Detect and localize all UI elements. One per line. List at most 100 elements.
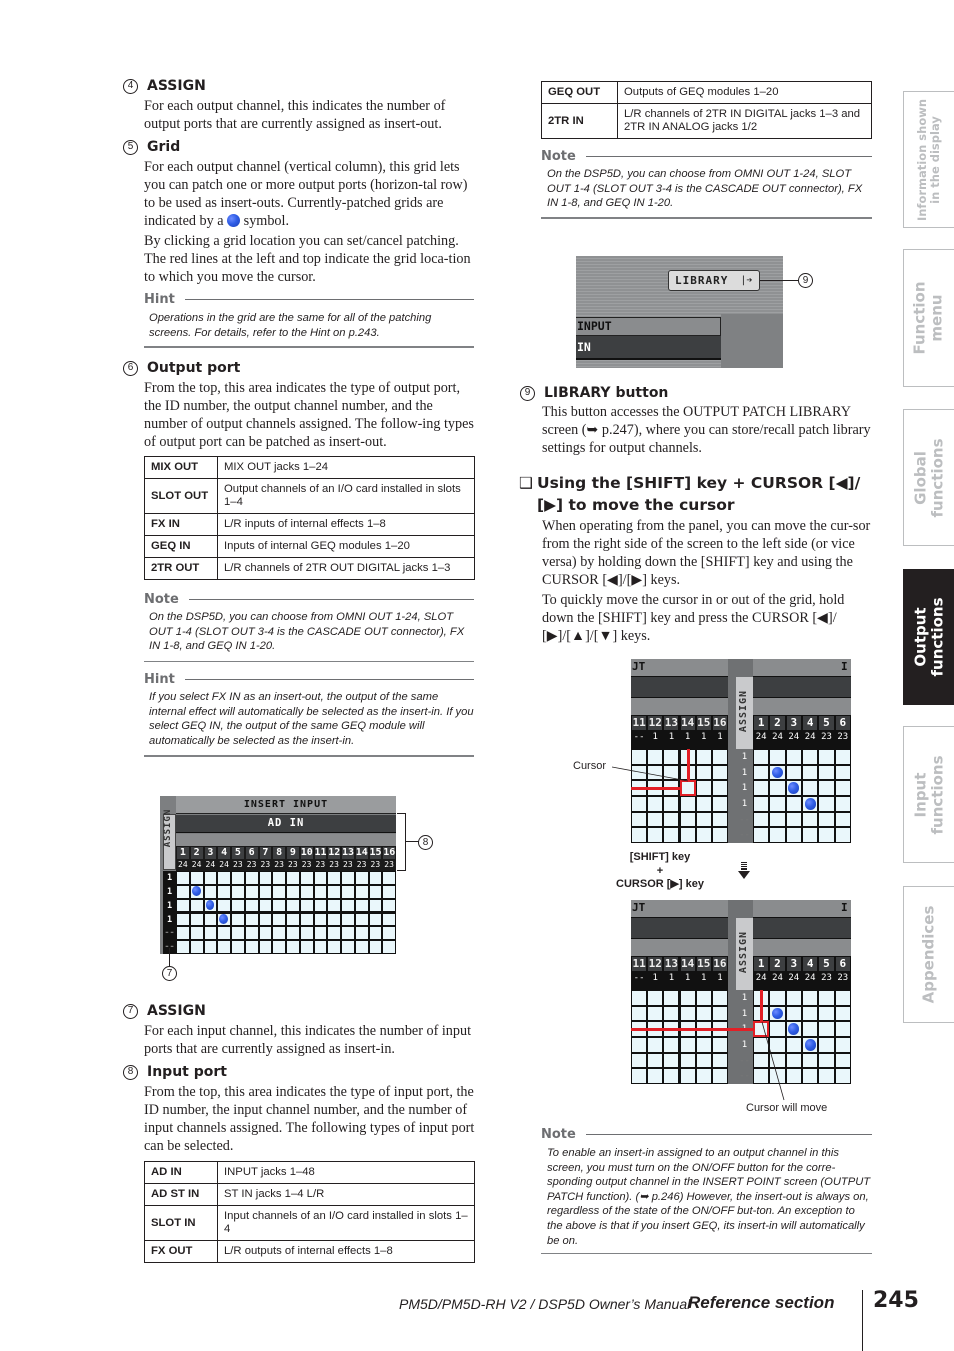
grid-cell[interactable] [754,765,769,780]
channel-number[interactable]: 2 [190,847,203,859]
grid-cell[interactable] [314,899,327,912]
channel-number[interactable]: 1 [177,847,189,859]
channel-number[interactable]: 12 [648,957,663,971]
grid-cell[interactable] [287,941,299,953]
grid-cell[interactable] [342,913,354,926]
grid-cell[interactable] [204,913,217,926]
grid-cell[interactable] [819,765,834,780]
grid-cell[interactable] [754,828,769,842]
channel-number[interactable]: 2 [770,957,785,971]
channel-number[interactable]: 12 [328,847,340,859]
grid-cell[interactable] [177,885,189,898]
channel-number[interactable]: 1 [754,716,769,730]
grid-cell[interactable] [259,872,272,884]
grid-cell[interactable] [712,1053,727,1068]
grid-cell[interactable] [355,872,368,884]
grid-cell[interactable] [259,913,272,926]
grid-cell[interactable] [648,1038,663,1052]
library-button[interactable]: LIBRARY |➔ [668,270,760,291]
grid-cell[interactable] [218,872,230,884]
grid-cell[interactable] [273,913,285,926]
grid-cell[interactable] [383,913,395,926]
grid-cell[interactable] [632,1038,647,1052]
grid-cell[interactable] [204,927,217,940]
grid-cell[interactable] [803,765,818,780]
chapter-tab-global-functions[interactable]: Global functions [903,409,954,546]
grid-cell[interactable] [328,927,340,940]
channel-number[interactable]: 3 [786,716,801,730]
grid-cell[interactable] [259,885,272,898]
grid-cell[interactable] [835,991,850,1005]
grid-cell[interactable] [664,812,679,827]
grid-cell[interactable] [819,797,834,811]
grid-cell[interactable] [300,899,313,912]
grid-cell[interactable] [314,927,327,940]
grid-cell[interactable] [232,899,244,912]
grid-cell[interactable] [712,765,727,780]
channel-number[interactable]: 7 [259,847,272,859]
grid-cell[interactable] [245,941,258,953]
channel-number[interactable]: 6 [835,957,850,971]
channel-number[interactable]: 14 [680,716,695,730]
grid-cell[interactable] [712,750,727,764]
grid-cell[interactable] [369,941,382,953]
grid-cell[interactable] [259,927,272,940]
grid-cell[interactable] [786,828,801,842]
grid-cell[interactable] [680,1053,695,1068]
grid-cell[interactable] [803,1053,818,1068]
grid-cell[interactable] [314,885,327,898]
grid-cell[interactable] [383,927,395,940]
grid-cell[interactable] [648,1006,663,1021]
grid-cell[interactable] [383,941,395,953]
grid-cell[interactable] [712,781,727,795]
channel-number[interactable]: 3 [786,957,801,971]
grid-cell[interactable] [355,913,368,926]
grid-cell[interactable] [712,797,727,811]
grid-cell[interactable] [632,797,647,811]
grid-cell[interactable] [218,899,230,912]
grid-cell[interactable] [342,885,354,898]
grid-cell[interactable] [712,1006,727,1021]
channel-number[interactable]: 4 [803,716,818,730]
grid-cell[interactable] [664,991,679,1005]
grid-cell[interactable] [696,828,711,842]
grid-cell[interactable] [835,750,850,764]
grid-cell[interactable] [664,1038,679,1052]
grid-cell[interactable] [680,797,695,811]
grid-cell[interactable] [712,1038,727,1052]
grid-cell[interactable] [835,1053,850,1068]
channel-number[interactable]: 12 [648,716,663,730]
grid-cell[interactable] [328,899,340,912]
grid-cell[interactable] [648,797,663,811]
grid-cell[interactable] [190,872,203,884]
channel-number[interactable]: 3 [204,847,217,859]
channel-number[interactable]: 8 [273,847,285,859]
grid-cell[interactable] [696,1038,711,1052]
grid-cell[interactable] [632,991,647,1005]
grid-cell[interactable] [328,872,340,884]
grid-cell[interactable] [664,1053,679,1068]
grid-cell[interactable] [204,872,217,884]
grid-cell[interactable] [835,1022,850,1036]
grid-cell[interactable] [712,828,727,842]
grid-cell[interactable] [754,750,769,764]
grid-cell[interactable] [300,872,313,884]
grid-cell[interactable] [314,941,327,953]
grid-cell[interactable] [369,927,382,940]
grid-cell[interactable] [273,941,285,953]
grid-cell[interactable] [648,1069,663,1083]
grid-cell[interactable] [819,812,834,827]
grid-cell[interactable] [369,899,382,912]
grid-cell[interactable] [204,941,217,953]
grid-cell[interactable] [218,885,230,898]
channel-number[interactable]: 6 [835,716,850,730]
grid-cell[interactable] [835,1069,850,1083]
grid-cell[interactable] [342,899,354,912]
channel-number[interactable]: 2 [770,716,785,730]
grid-cell[interactable] [245,872,258,884]
grid-cell[interactable] [803,991,818,1005]
grid-cell[interactable] [819,781,834,795]
channel-number[interactable]: 15 [696,716,711,730]
chapter-tab-output-functions[interactable]: Output functions [903,569,954,705]
grid-cell[interactable] [232,885,244,898]
